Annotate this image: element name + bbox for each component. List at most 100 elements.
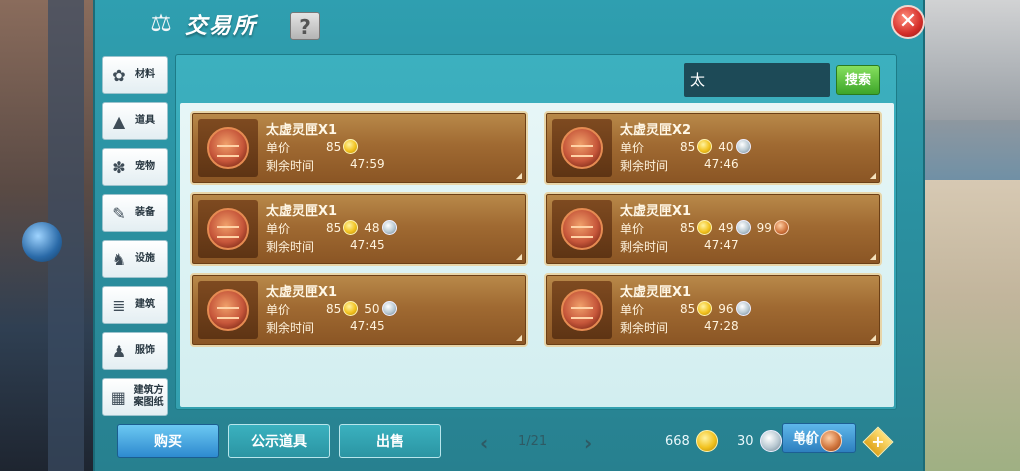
sidebar-item-clothing[interactable]: ♟ 服饰 [102, 332, 168, 370]
sidebar-item-label: 装备 [135, 207, 155, 218]
sidebar-item-material[interactable]: ✿ 材料 [102, 56, 168, 94]
listing-panel: 太 搜索 太虚灵匣X1 单价 85 剩余时间 47:59 ◢ 太虚灵匣X2 单价… [175, 54, 897, 455]
search-button[interactable]: 搜索 [836, 65, 880, 95]
time-remaining-label: 剩余时间 [620, 321, 669, 335]
close-button[interactable]: ✕ [891, 5, 925, 39]
corner-mark-icon: ◢ [515, 333, 522, 342]
copper-amount: 99 [756, 220, 772, 235]
copper-coin-icon [773, 220, 789, 235]
silver-balance-value: 30 [737, 433, 754, 449]
chest-icon [207, 289, 249, 331]
item-thumbnail [198, 281, 258, 339]
gold-coin-icon [343, 301, 359, 316]
price-value: 85 49 99 [680, 220, 795, 235]
sidebar-item-building[interactable]: ≣ 建筑 [102, 286, 168, 324]
add-currency-button[interactable]: + [862, 426, 894, 458]
silver-amount: 96 [718, 301, 734, 316]
item-name: 太虚灵匣X1 [266, 123, 338, 138]
time-remaining-value: 47:45 [350, 238, 385, 252]
price-value: 85 96 [680, 301, 757, 316]
price-value: 85 48 [326, 220, 403, 235]
time-remaining-label: 剩余时间 [620, 159, 669, 173]
silver-amount: 40 [718, 139, 734, 154]
gold-coin-icon [343, 220, 359, 235]
time-remaining-label: 剩余时间 [266, 159, 315, 173]
corner-mark-icon: ◢ [869, 252, 876, 261]
sidebar-item-item[interactable]: ▲ 道具 [102, 102, 168, 140]
background-scene-right [925, 0, 1020, 471]
equipment-icon: ✎ [112, 203, 126, 223]
time-remaining-value: 47:46 [704, 157, 739, 171]
background-ground [925, 180, 1020, 471]
silver-amount: 48 [364, 220, 380, 235]
sidebar-item-pet[interactable]: ✽ 宠物 [102, 148, 168, 186]
category-sidebar: ✿ 材料 ▲ 道具 ✽ 宠物 ✎ 装备 ♞ 设施 ≣ 建筑 ♟ 服饰 ▦ 建筑方 [102, 56, 168, 424]
gold-amount: 85 [326, 139, 342, 154]
item-name: 太虚灵匣X1 [620, 285, 692, 300]
price-value: 85 50 [326, 301, 403, 316]
item-icon: ▲ [112, 111, 126, 131]
listing-card[interactable]: 太虚灵匣X1 单价 85 剩余时间 47:59 ◢ [190, 111, 528, 185]
price-label: 单价 [266, 141, 291, 155]
clothing-icon: ♟ [111, 341, 127, 361]
copper-balance: 66 [797, 430, 842, 452]
pagination: ‹ 1/21 › [480, 431, 610, 455]
sidebar-item-label: 宠物 [135, 161, 155, 172]
price-label: 单价 [266, 303, 291, 317]
listing-card[interactable]: 太虚灵匣X1 单价 85 48 剩余时间 47:45 ◢ [190, 192, 528, 266]
time-remaining-value: 47:59 [350, 157, 385, 171]
next-page-button[interactable]: › [584, 431, 592, 455]
silver-coin-icon [381, 301, 397, 316]
silver-coin-icon [735, 301, 751, 316]
sidebar-item-blueprint[interactable]: ▦ 建筑方案图纸 [102, 378, 168, 416]
chest-icon [561, 208, 603, 250]
gold-coin-icon [697, 301, 713, 316]
material-icon: ✿ [112, 65, 126, 85]
gold-amount: 85 [680, 220, 696, 235]
listing-card[interactable]: 太虚灵匣X1 单价 85 96 剩余时间 47:28 ◢ [544, 273, 882, 347]
prev-page-button[interactable]: ‹ [480, 431, 488, 455]
gold-balance: 668 [665, 430, 718, 452]
sidebar-item-label: 设施 [135, 253, 155, 264]
time-remaining-label: 剩余时间 [620, 240, 669, 254]
silver-coin-icon [735, 139, 751, 154]
blueprint-icon: ▦ [110, 387, 126, 407]
listing-grid: 太虚灵匣X1 单价 85 剩余时间 47:59 ◢ 太虚灵匣X2 单价 85 4… [180, 103, 894, 455]
sidebar-item-label: 材料 [135, 69, 155, 80]
sidebar-item-label: 道具 [135, 115, 155, 126]
tab-public-items[interactable]: 公示道具 [228, 424, 330, 458]
gold-coin-icon [695, 430, 718, 452]
sidebar-item-facility[interactable]: ♞ 设施 [102, 240, 168, 278]
chest-icon [207, 208, 249, 250]
gold-coin-icon [697, 220, 713, 235]
gold-amount: 85 [680, 139, 696, 154]
background-building [925, 0, 1020, 120]
help-button[interactable]: ? [290, 12, 320, 40]
sidebar-item-equipment[interactable]: ✎ 装备 [102, 194, 168, 232]
listing-card[interactable]: 太虚灵匣X1 单价 85 49 99 剩余时间 47:47 ◢ [544, 192, 882, 266]
scales-icon: ⚖ [150, 9, 172, 37]
tab-sell[interactable]: 出售 [339, 424, 441, 458]
time-remaining-value: 47:47 [704, 238, 739, 252]
building-icon: ≣ [112, 295, 126, 315]
time-remaining-value: 47:45 [350, 319, 385, 333]
silver-balance: 30 [737, 430, 782, 452]
tab-buy[interactable]: 购买 [117, 424, 219, 458]
silver-amount: 50 [364, 301, 380, 316]
time-remaining-label: 剩余时间 [266, 321, 315, 335]
title-bar: ⚖ 交易所 ? ✕ [95, 0, 927, 48]
corner-mark-icon: ◢ [869, 171, 876, 180]
time-remaining-label: 剩余时间 [266, 240, 315, 254]
corner-mark-icon: ◢ [515, 252, 522, 261]
price-value: 85 [326, 139, 364, 154]
listing-card[interactable]: 太虚灵匣X2 单价 85 40 剩余时间 47:46 ◢ [544, 111, 882, 185]
plus-icon: + [871, 432, 885, 451]
search-input[interactable]: 太 [684, 63, 830, 97]
copper-balance-value: 66 [797, 433, 814, 449]
corner-mark-icon: ◢ [515, 171, 522, 180]
item-name: 太虚灵匣X1 [266, 285, 338, 300]
silver-coin-icon [381, 220, 397, 235]
copper-coin-icon [819, 430, 842, 452]
page-indicator: 1/21 [518, 434, 548, 449]
listing-card[interactable]: 太虚灵匣X1 单价 85 50 剩余时间 47:45 ◢ [190, 273, 528, 347]
